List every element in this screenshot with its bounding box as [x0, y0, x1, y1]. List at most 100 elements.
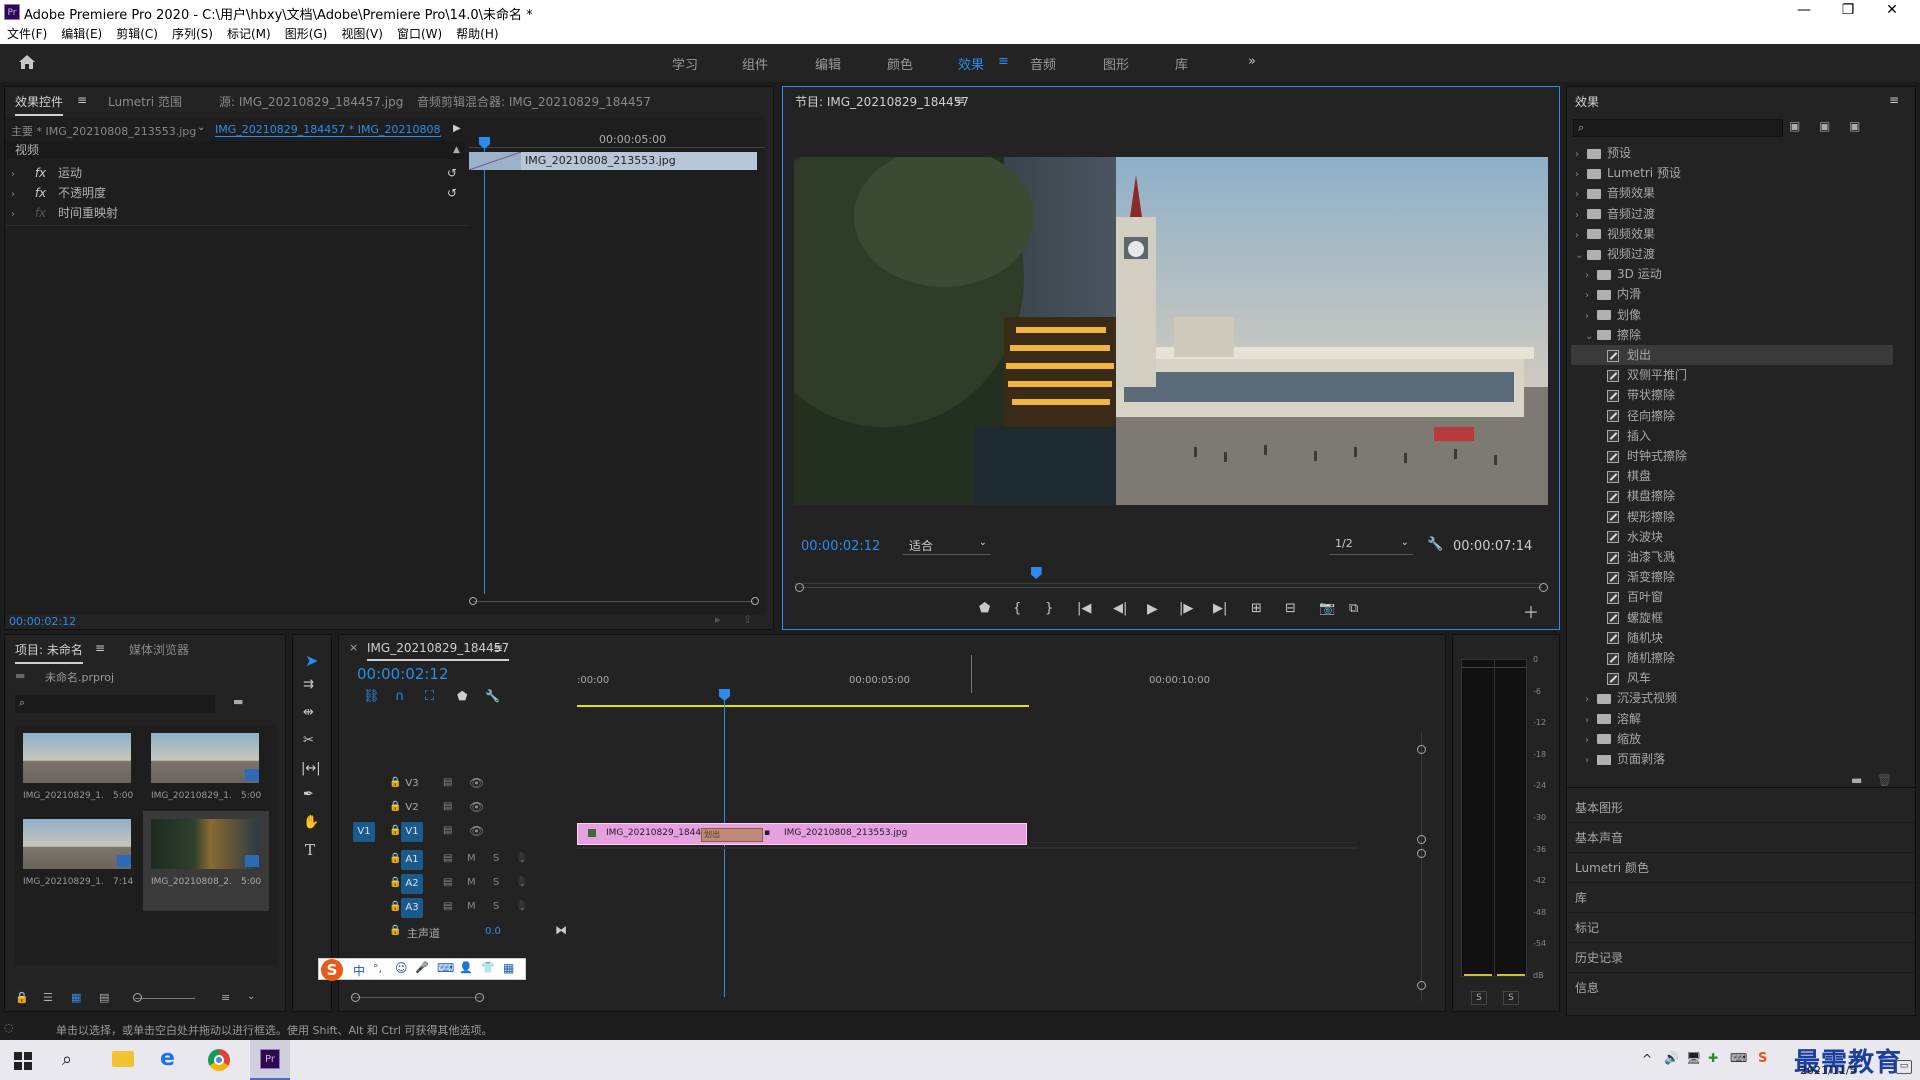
- close-tab-icon[interactable]: ×: [349, 641, 358, 654]
- tab-project[interactable]: 项目: 未命名: [15, 641, 83, 664]
- effect-item[interactable]: 百叶窗: [1571, 587, 1893, 607]
- effects-search-input[interactable]: ⌕: [1573, 119, 1783, 137]
- add-button-icon[interactable]: ＋: [1523, 599, 1539, 623]
- chevron-down-icon[interactable]: ⌄: [247, 991, 255, 1002]
- ime-keyboard-icon[interactable]: ⌨: [437, 961, 454, 975]
- project-item[interactable]: IMG_20210829_1... 7:14: [15, 811, 141, 895]
- menu-help[interactable]: 帮助(H): [449, 24, 505, 44]
- track-select-tool-icon[interactable]: ⇉: [303, 677, 314, 692]
- accelerated-effects-icon[interactable]: ▣: [1789, 119, 1800, 133]
- effect-item[interactable]: 随机块: [1571, 628, 1893, 648]
- ime-tray-icon[interactable]: ⌨: [1730, 1051, 1747, 1065]
- track-target-a2[interactable]: A2: [401, 874, 423, 894]
- ime-skin-icon[interactable]: 👕: [481, 961, 495, 974]
- workspace-menu-icon[interactable]: ≡: [998, 54, 1009, 69]
- horizontal-scroll-right[interactable]: [475, 993, 484, 1002]
- filter-icon[interactable]: ▸: [715, 613, 721, 626]
- hand-tool-icon[interactable]: ✋: [303, 815, 319, 830]
- transition-clip[interactable]: 划出: [701, 828, 763, 842]
- effect-item[interactable]: 径向擦除: [1571, 406, 1893, 426]
- effect-folder[interactable]: › 音频过渡: [1571, 204, 1893, 224]
- workspace-learn[interactable]: 学习: [672, 54, 698, 73]
- chevron-right-icon[interactable]: ›: [1585, 690, 1597, 710]
- mute-button[interactable]: M: [467, 853, 476, 864]
- tab-media-browser[interactable]: 媒体浏览器: [129, 641, 189, 658]
- scroll-handle[interactable]: [1417, 981, 1426, 990]
- restore-button[interactable]: ❐: [1828, 2, 1868, 22]
- export-icon[interactable]: ⇪: [743, 613, 752, 626]
- transition-block[interactable]: [468, 151, 522, 171]
- selection-tool-icon[interactable]: ➤: [305, 651, 318, 670]
- zoom-scroll-track[interactable]: [473, 601, 753, 602]
- scroll-up-icon[interactable]: ▲: [453, 145, 460, 155]
- razor-tool-icon[interactable]: ✂: [303, 733, 314, 748]
- sequence-clip-label[interactable]: IMG_20210829_184457 * IMG_20210808_...: [215, 123, 441, 137]
- lift-icon[interactable]: ⊞: [1251, 601, 1262, 616]
- effect-folder[interactable]: › Lumetri 预设: [1571, 163, 1893, 183]
- effect-item[interactable]: 风车: [1571, 668, 1893, 688]
- project-item[interactable]: IMG_20210829_1... 5:00: [143, 725, 269, 809]
- chevron-right-icon[interactable]: ›: [1585, 731, 1597, 751]
- project-item-selected[interactable]: IMG_20210808_2... 5:00: [143, 811, 269, 911]
- track-target-a3[interactable]: A3: [401, 898, 423, 918]
- mark-out-icon[interactable]: }: [1045, 601, 1053, 616]
- new-bin-icon[interactable]: ▬: [233, 695, 243, 708]
- horizontal-scroll-track[interactable]: [351, 997, 481, 998]
- effect-folder[interactable]: ⌄ 视频过渡: [1571, 244, 1893, 264]
- mute-button[interactable]: M: [467, 901, 476, 912]
- timeline-ruler[interactable]: :00:00 00:00:05:00 00:00:10:00: [577, 655, 1357, 711]
- effect-item[interactable]: 随机擦除: [1571, 648, 1893, 668]
- tray-chevron-icon[interactable]: ^: [1642, 1052, 1652, 1066]
- effect-row-motion[interactable]: › fx 运动 ↺: [11, 163, 463, 183]
- microphone-icon[interactable]: 🎙: [515, 853, 528, 864]
- panel-history[interactable]: 历史记录: [1567, 943, 1915, 973]
- fx-icon[interactable]: fx: [35, 166, 46, 180]
- effect-folder[interactable]: › 溶解: [1571, 709, 1893, 729]
- lock-icon[interactable]: 🔒: [389, 777, 401, 788]
- add-marker-icon[interactable]: ⬟: [457, 689, 467, 703]
- mute-button[interactable]: M: [467, 877, 476, 888]
- effect-item[interactable]: 油漆飞溅: [1571, 547, 1893, 567]
- menu-file[interactable]: 文件(F): [0, 24, 54, 44]
- thumbnail-image[interactable]: [23, 733, 131, 783]
- sync-lock-icon[interactable]: ▤: [443, 901, 452, 912]
- workspace-audio[interactable]: 音频: [1030, 54, 1056, 73]
- microphone-icon[interactable]: 🎙: [515, 877, 528, 888]
- track-target-v1[interactable]: V1: [401, 822, 423, 842]
- thumbnail-image[interactable]: [23, 819, 131, 869]
- sync-lock-icon[interactable]: ▤: [443, 825, 452, 836]
- solo-button[interactable]: S: [493, 877, 499, 888]
- chevron-right-icon[interactable]: ›: [1585, 751, 1597, 771]
- ime-punctuation-icon[interactable]: °,: [373, 962, 382, 975]
- security-icon[interactable]: ✚: [1708, 1051, 1718, 1065]
- expand-icon[interactable]: ›: [11, 185, 23, 205]
- menu-sequence[interactable]: 序列(S): [165, 24, 220, 44]
- effect-folder[interactable]: › 预设: [1571, 143, 1893, 163]
- master-volume[interactable]: 0.0: [485, 926, 501, 937]
- panel-menu-icon[interactable]: ≡: [1889, 93, 1899, 107]
- scroll-handle[interactable]: [1417, 745, 1426, 754]
- workspace-color[interactable]: 颜色: [887, 54, 913, 73]
- solo-button[interactable]: S: [493, 901, 499, 912]
- chevron-right-icon[interactable]: ›: [1585, 266, 1597, 286]
- ime-mode-chinese[interactable]: 中: [353, 962, 365, 979]
- master-clip-label[interactable]: 主要 * IMG_20210808_213553.jpg: [11, 123, 196, 139]
- menu-clip[interactable]: 剪辑(C): [109, 24, 165, 44]
- effect-folder[interactable]: › 视频效果: [1571, 224, 1893, 244]
- program-timecode[interactable]: 00:00:02:12: [801, 539, 880, 554]
- project-search-input[interactable]: ⌕: [15, 695, 215, 713]
- effect-item[interactable]: 楔形擦除: [1571, 507, 1893, 527]
- lock-icon[interactable]: 🔒: [15, 991, 29, 1004]
- settings-wrench-icon[interactable]: 🔧: [485, 689, 500, 703]
- panel-menu-icon[interactable]: ≡: [955, 93, 965, 107]
- zoom-slider-handle[interactable]: [133, 993, 142, 1002]
- program-time-ruler[interactable]: [795, 573, 1547, 585]
- panel-essential-sound[interactable]: 基本声音: [1567, 823, 1915, 853]
- panel-libraries[interactable]: 库: [1567, 883, 1915, 913]
- vertical-scroll-track[interactable]: [1421, 731, 1422, 1001]
- lock-icon[interactable]: 🔒: [389, 801, 401, 812]
- horizontal-scroll-left[interactable]: [351, 993, 360, 1002]
- workspace-editing[interactable]: 编辑: [815, 54, 841, 73]
- camera-icon[interactable]: 📷: [1319, 601, 1335, 616]
- reset-icon[interactable]: ↺: [447, 183, 457, 203]
